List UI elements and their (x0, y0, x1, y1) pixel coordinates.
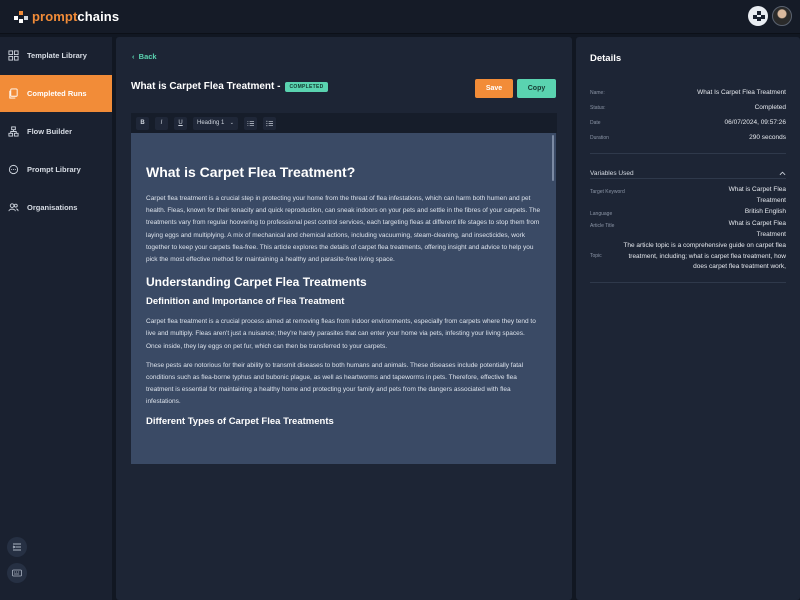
chevron-left-icon: ‹ (132, 52, 135, 61)
variable-value: British English (744, 208, 786, 215)
collapse-sidebar-button[interactable] (7, 537, 27, 557)
logo-text-prompt: prompt (32, 9, 78, 24)
editor-toolbar: B I U Heading 1 ⌄ (131, 113, 557, 133)
variable-label: Target Keyword (590, 189, 625, 195)
editor-scrollbar[interactable] (552, 135, 554, 181)
user-avatar[interactable] (772, 6, 792, 26)
sidebar-item-label: Completed Runs (27, 89, 87, 98)
variable-label: Language (590, 211, 613, 217)
detail-value: 06/07/2024, 09:57:26 (724, 119, 786, 126)
copy-button[interactable]: Copy (517, 79, 556, 98)
detail-row-duration: Duration 290 seconds (590, 134, 786, 141)
chevron-down-icon: ⌄ (229, 120, 234, 126)
article-paragraph: Carpet flea treatment is a crucial step … (146, 195, 541, 264)
ordered-list-button[interactable] (244, 116, 257, 130)
top-right-controls (748, 6, 792, 26)
detail-row-date: Date 06/07/2024, 09:57:26 (590, 119, 786, 126)
keyboard-icon (12, 569, 22, 577)
variable-label: Topic (590, 253, 602, 259)
keyboard-shortcuts-button[interactable] (7, 563, 27, 583)
detail-label: Status: (590, 104, 606, 111)
bullet-list-icon (266, 120, 273, 126)
sidebar-item-label: Template Library (27, 51, 87, 60)
topic-divider (590, 282, 786, 283)
detail-row-status: Status: Completed (590, 104, 786, 111)
article-paragraph: Carpet flea treatment is a crucial proce… (146, 318, 536, 350)
detail-label: Date (590, 119, 601, 126)
variable-row-topic: Topic The article topic is a comprehensi… (590, 241, 786, 273)
sidebar-item-template-library[interactable]: Template Library (0, 37, 112, 74)
variables-title: Variables Used (590, 169, 634, 177)
main-panel: ‹ Back What is Carpet Flea Treatment - C… (116, 37, 572, 600)
run-title-row: What is Carpet Flea Treatment - COMPLETE… (131, 81, 328, 92)
variable-row-article-title: Article Title What is Carpet Flea Treatm… (590, 219, 786, 240)
variable-value: The article topic is a comprehensive gui… (623, 242, 786, 270)
detail-label: Duration (590, 134, 609, 141)
detail-label: Name: (590, 89, 605, 96)
variables-divider (590, 178, 786, 179)
article-heading-2: Understanding Carpet Flea Treatments (146, 275, 367, 290)
sidebar: Template Library Completed Runs Flow Bui… (0, 37, 112, 600)
status-badge: COMPLETED (285, 81, 328, 92)
logo-mark-icon (14, 10, 28, 24)
variable-row-target-keyword: Target Keyword What is Carpet Flea Treat… (590, 185, 786, 206)
details-title: Details (590, 53, 622, 64)
save-button[interactable]: Save (475, 79, 513, 98)
article-heading-1: What is Carpet Flea Treatment? (146, 164, 356, 180)
sidebar-item-label: Organisations (27, 203, 78, 212)
users-icon (8, 202, 19, 213)
sidebar-item-completed-runs[interactable]: Completed Runs (0, 75, 112, 112)
article-paragraph: These pests are notorious for their abil… (146, 361, 524, 406)
article-heading-3: Different Types of Carpet Flea Treatment… (146, 415, 334, 427)
runs-icon (8, 88, 19, 99)
variables-section-toggle[interactable]: Variables Used (590, 164, 786, 182)
bold-button[interactable]: B (136, 116, 149, 130)
back-link[interactable]: ‹ Back (132, 52, 157, 61)
page-title: What is Carpet Flea Treatment - (131, 81, 281, 92)
details-panel: Details Name: What Is Carpet Flea Treatm… (576, 37, 800, 600)
chat-icon (8, 164, 19, 175)
logo-text-chains: chains (77, 9, 120, 24)
chevron-up-icon (779, 164, 786, 182)
variable-label: Article Title (590, 223, 615, 229)
template-icon (8, 50, 19, 61)
heading-select-value: Heading 1 (197, 120, 225, 126)
bullet-list-button[interactable] (263, 116, 276, 130)
sidebar-item-label: Prompt Library (27, 165, 81, 174)
app-logo[interactable]: promptchains (14, 9, 119, 24)
sidebar-item-organisations[interactable]: Organisations (0, 189, 112, 226)
article-heading-3: Definition and Importance of Flea Treatm… (146, 296, 345, 308)
logo-text: promptchains (32, 9, 119, 24)
ordered-list-icon (247, 120, 254, 126)
back-label: Back (138, 52, 157, 61)
detail-value: 290 seconds (749, 134, 786, 141)
heading-select[interactable]: Heading 1 ⌄ (193, 116, 238, 130)
flow-icon (8, 126, 19, 137)
top-bar: promptchains (0, 0, 800, 34)
details-divider (590, 153, 786, 154)
sidebar-item-label: Flow Builder (27, 127, 72, 136)
detail-row-name: Name: What Is Carpet Flea Treatment (590, 89, 786, 96)
sidebar-item-prompt-library[interactable]: Prompt Library (0, 151, 112, 188)
underline-button[interactable]: U (174, 116, 187, 130)
italic-button[interactable]: I (155, 116, 168, 130)
article-editor[interactable]: What is Carpet Flea Treatment? Carpet fl… (131, 133, 556, 464)
variable-value: What is Carpet Flea Treatment (728, 186, 786, 204)
detail-value: Completed (754, 104, 786, 111)
detail-value: What Is Carpet Flea Treatment (697, 89, 786, 96)
sidebar-item-flow-builder[interactable]: Flow Builder (0, 113, 112, 150)
organisation-switcher-icon[interactable] (748, 6, 768, 26)
menu-collapse-icon (12, 543, 21, 551)
variable-row-language: Language British English (590, 207, 786, 218)
variable-value: What is Carpet Flea Treatment (728, 220, 786, 238)
